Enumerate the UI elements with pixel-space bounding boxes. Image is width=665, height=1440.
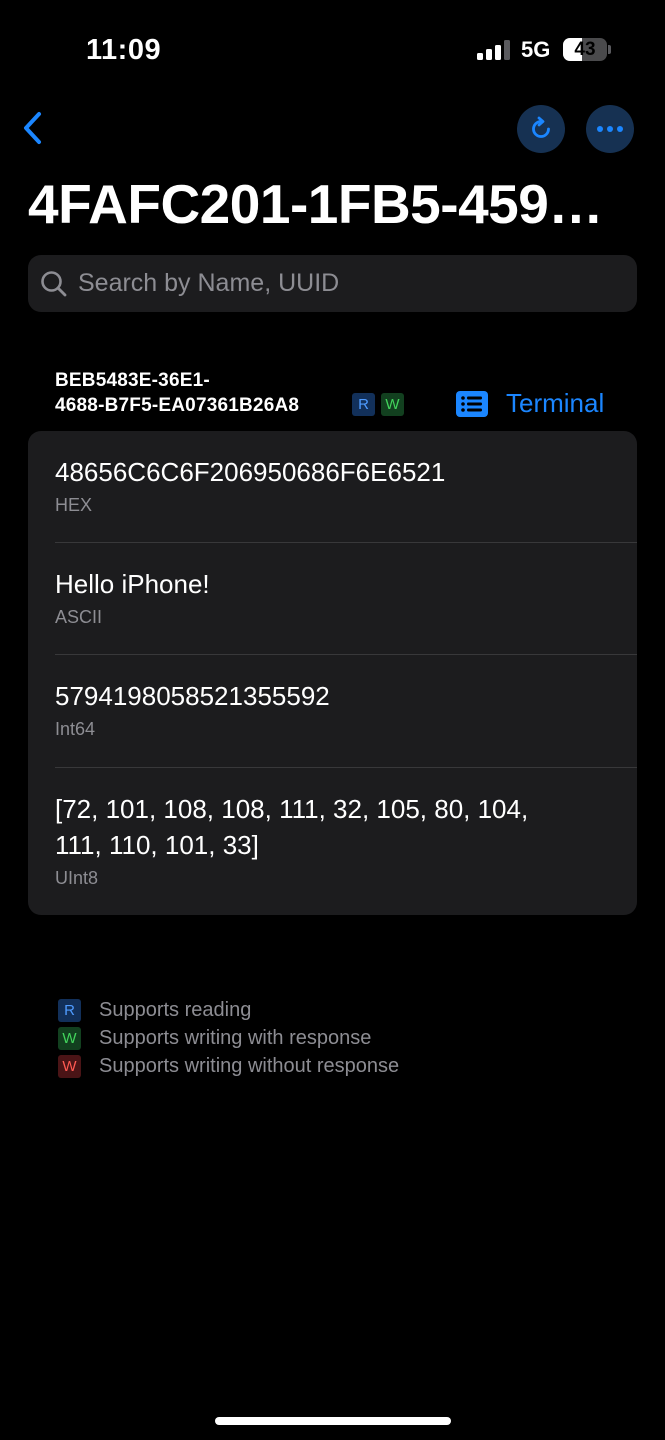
read-badge: R — [352, 393, 375, 416]
value-text: Hello iPhone! — [55, 569, 210, 599]
terminal-button[interactable]: Terminal — [456, 388, 604, 419]
read-badge: R — [58, 998, 81, 1022]
properties-legend: R Supports reading W Supports writing wi… — [58, 996, 399, 1080]
values-card: 48656C6C6F206950686F6E6521 HEX Hello iPh… — [28, 431, 637, 915]
value-format: Int64 — [55, 719, 96, 739]
value-format: ASCII — [55, 607, 103, 627]
property-badges: R W — [352, 393, 404, 416]
battery-cap — [608, 45, 611, 54]
page-title: 4FAFC201-1FB5-459… — [28, 173, 603, 235]
value-row-int64[interactable]: 5794198058521355592 Int64 — [28, 655, 637, 768]
value-text: [72, 101, 108, 108, 111, 32, 105, 80, 10… — [55, 794, 529, 860]
refresh-button[interactable] — [517, 105, 565, 153]
write-badge: W — [58, 1026, 81, 1050]
legend-text: Supports writing with response — [99, 1026, 372, 1049]
back-button[interactable] — [10, 106, 54, 150]
legend-text: Supports reading — [99, 998, 252, 1021]
network-type: 5G — [521, 37, 551, 62]
home-indicator[interactable] — [215, 1417, 451, 1425]
write-badge: W — [381, 393, 404, 416]
legend-item-write-without-response: W Supports writing without response — [58, 1052, 399, 1080]
characteristic-uuid-line2: 4688-B7F5-EA07361B26A8 — [55, 395, 300, 416]
more-button[interactable] — [586, 105, 634, 153]
cellular-signal-icon — [477, 40, 511, 60]
terminal-list-icon — [456, 390, 488, 417]
legend-item-write-with-response: W Supports writing with response — [58, 1024, 399, 1052]
value-text: 5794198058521355592 — [55, 681, 330, 711]
battery-icon: 43 — [563, 38, 607, 61]
chevron-left-icon — [24, 112, 41, 144]
search-icon — [41, 270, 67, 296]
legend-text: Supports writing without response — [99, 1054, 400, 1077]
battery-level: 43 — [574, 39, 596, 60]
search-input[interactable] — [78, 269, 618, 298]
value-row-hex[interactable]: 48656C6C6F206950686F6E6521 HEX — [28, 431, 637, 543]
ellipsis-icon — [597, 126, 623, 132]
value-row-uint8[interactable]: [72, 101, 108, 108, 111, 32, 105, 80, 10… — [28, 768, 637, 915]
value-format: HEX — [55, 495, 93, 515]
legend-item-read: R Supports reading — [58, 996, 399, 1024]
screen: 11:09 5G 43 4FAFC201-1FB5-459… Search by… — [0, 0, 665, 1440]
value-text: 48656C6C6F206950686F6E6521 — [55, 457, 446, 487]
value-format: UInt8 — [55, 868, 99, 888]
status-bar: 11:09 5G 43 — [0, 0, 665, 100]
write-no-response-badge: W — [58, 1054, 81, 1078]
characteristic-uuid: BEB5483E-36E1- 4688-B7F5-EA07361B26A8 — [55, 368, 299, 418]
refresh-icon — [532, 116, 550, 138]
status-time: 11:09 — [86, 34, 162, 66]
value-row-ascii[interactable]: Hello iPhone! ASCII — [28, 543, 637, 655]
characteristic-uuid-line1: BEB5483E-36E1- — [55, 370, 210, 391]
search-bar[interactable] — [28, 255, 637, 312]
terminal-label: Terminal — [506, 388, 605, 418]
